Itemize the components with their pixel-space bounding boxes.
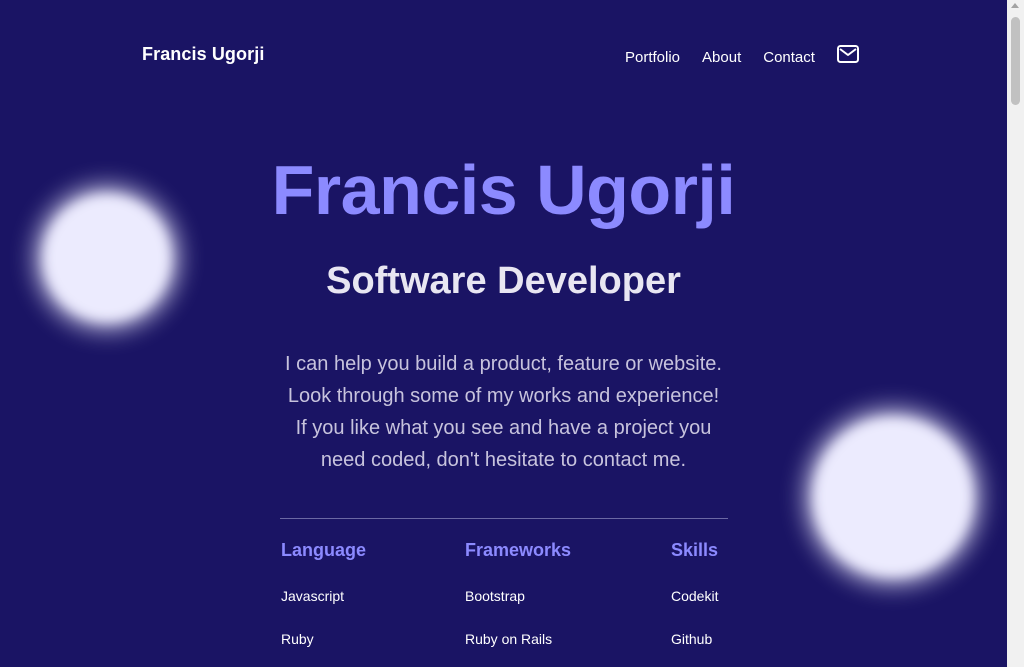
decorative-blob-right <box>812 416 974 578</box>
framework-item: Bootstrap <box>465 588 525 604</box>
skills-column: Skills Codekit Github <box>671 540 718 667</box>
language-item: Javascript <box>281 588 345 604</box>
hero-description: I can help you build a product, feature … <box>285 353 722 471</box>
frameworks-column: Frameworks Bootstrap Ruby on Rails <box>465 540 571 667</box>
skill-item: Codekit <box>671 588 719 604</box>
main-nav: Portfolio About Contact <box>625 44 859 70</box>
scrollbar-thumb[interactable] <box>1011 17 1020 105</box>
section-divider <box>280 518 728 519</box>
nav-portfolio[interactable]: Portfolio <box>625 49 680 66</box>
frameworks-heading: Frameworks <box>465 540 572 560</box>
skills-heading: Skills <box>671 540 719 560</box>
nav-contact[interactable]: Contact <box>763 49 815 66</box>
language-heading: Language <box>281 540 367 560</box>
skill-item: Github <box>671 631 713 647</box>
framework-item: Ruby on Rails <box>465 631 553 647</box>
language-column: Language Javascript Ruby <box>281 540 366 667</box>
hero-title: Francis Ugorji <box>271 151 736 229</box>
nav-about[interactable]: About <box>702 49 741 66</box>
hero-subtitle: Software Developer <box>326 260 681 302</box>
language-item: Ruby <box>281 631 314 647</box>
page: Francis Ugorji Portfolio About Contact F… <box>0 0 1007 667</box>
mail-icon[interactable] <box>836 45 859 63</box>
brand-name[interactable]: Francis Ugorji <box>142 44 264 65</box>
vertical-scrollbar[interactable] <box>1007 0 1024 667</box>
scroll-up-arrow-icon[interactable] <box>1011 3 1019 8</box>
